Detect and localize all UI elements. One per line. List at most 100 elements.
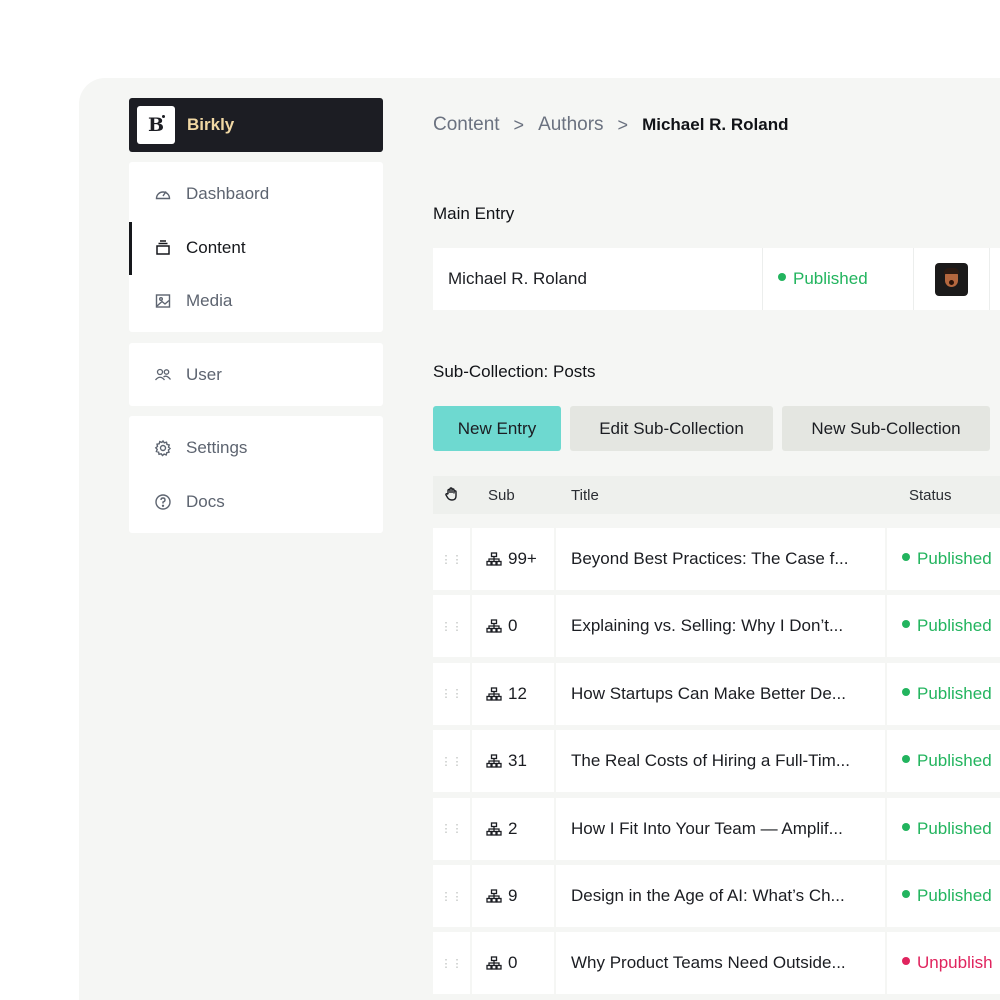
- sidebar-item-label: Docs: [186, 492, 225, 511]
- sub-count: 99+: [508, 549, 537, 568]
- sub-count-cell: 2: [472, 797, 554, 860]
- breadcrumb-content[interactable]: Content: [433, 114, 500, 136]
- main-entry-title: Main Entry: [433, 204, 515, 223]
- status-text: Published: [917, 549, 992, 568]
- hierarchy-icon: [486, 687, 502, 701]
- table-row[interactable]: ⋮⋮ 0 Explaining vs. Selling: Why I Don’t..…: [433, 595, 1000, 658]
- status-text: Published: [793, 269, 868, 288]
- main-entry-name: Michael R. Roland: [433, 248, 763, 310]
- status-cell: Published: [887, 662, 1000, 725]
- users-icon: [154, 366, 172, 384]
- sidebar-item-docs[interactable]: Docs: [129, 482, 383, 522]
- sub-count: 31: [508, 751, 527, 771]
- breadcrumb-current: Michael R. Roland: [642, 115, 789, 134]
- sidebar-item-media[interactable]: Media: [129, 281, 383, 321]
- edit-sub-collection-button[interactable]: Edit Sub-Collection: [570, 406, 773, 451]
- status-text: Published: [917, 683, 992, 703]
- table-row[interactable]: ⋮⋮ 0 Why Product Teams Need Outside... Unpu…: [433, 932, 1000, 995]
- table-header: Sub Title Status: [433, 476, 1000, 514]
- sidebar-item-user[interactable]: User: [129, 355, 383, 395]
- sub-count: 2: [508, 818, 518, 838]
- status-text: Published: [917, 818, 992, 838]
- sub-count: 9: [508, 886, 518, 905]
- status-dot: [902, 755, 910, 764]
- avatar-cell: [914, 248, 990, 310]
- status-dot: [902, 822, 910, 831]
- sub-count: 0: [508, 953, 518, 973]
- nav-group-main: Dashbaord Content Media: [129, 162, 383, 332]
- hierarchy-icon: [486, 821, 502, 836]
- status-cell: Published: [887, 595, 1000, 658]
- sub-count-cell: 9: [472, 865, 554, 927]
- column-status[interactable]: Status: [909, 487, 952, 504]
- row-title: Design in the Age of AI: What’s Ch...: [571, 886, 845, 905]
- brand-bar[interactable]: B Birkly: [129, 98, 383, 152]
- breadcrumb: Content > Authors > Michael R. Roland: [433, 114, 788, 136]
- sidebar-item-label: Dashbaord: [186, 184, 270, 203]
- column-title[interactable]: Title: [571, 487, 599, 504]
- status-dot: [902, 957, 910, 966]
- brand-name: Birkly: [187, 115, 235, 134]
- table-row[interactable]: ⋮⋮ 31 The Real Costs of Hiring a Full-Tim.…: [433, 730, 1000, 793]
- status-dot: [902, 890, 910, 898]
- sidebar-item-content[interactable]: Content: [129, 222, 383, 275]
- drag-handle-icon[interactable]: ⋮⋮: [433, 662, 470, 725]
- avatar: [935, 262, 968, 296]
- sub-count-cell: 31: [472, 730, 554, 793]
- new-entry-button[interactable]: New Entry: [433, 406, 561, 451]
- sidebar-item-settings[interactable]: Settings: [129, 428, 383, 468]
- status-cell: Published: [887, 797, 1000, 860]
- sub-count-cell: 99+: [472, 528, 554, 590]
- sub-count-cell: 0: [472, 595, 554, 658]
- row-title: The Real Costs of Hiring a Full-Tim...: [571, 751, 850, 771]
- title-cell[interactable]: Beyond Best Practices: The Case f...: [556, 528, 885, 590]
- drag-handle-icon[interactable]: ⋮⋮: [433, 797, 470, 860]
- status-cell: Published: [887, 865, 1000, 927]
- status-text: Published: [917, 886, 992, 905]
- sidebar-item-label: User: [186, 365, 222, 384]
- status-cell: Published: [887, 528, 1000, 590]
- title-cell[interactable]: How I Fit Into Your Team — Amplif...: [556, 797, 885, 860]
- table-row[interactable]: ⋮⋮ 12 How Startups Can Make Better De... Pu…: [433, 662, 1000, 725]
- sub-collection-title: Sub-Collection: Posts: [433, 362, 596, 381]
- sidebar-item-label: Settings: [186, 438, 248, 457]
- breadcrumb-separator: >: [617, 114, 629, 135]
- breadcrumb-authors[interactable]: Authors: [538, 114, 603, 136]
- hierarchy-icon: [486, 552, 502, 566]
- main-entry-row[interactable]: Michael R. Roland Published: [433, 248, 1000, 310]
- drag-handle-icon[interactable]: ⋮⋮: [433, 595, 470, 658]
- title-cell[interactable]: Why Product Teams Need Outside...: [556, 932, 885, 995]
- sub-count-cell: 0: [472, 932, 554, 995]
- status-cell: Published: [887, 730, 1000, 793]
- column-sub[interactable]: Sub: [488, 487, 515, 504]
- table-row[interactable]: ⋮⋮ 9 Design in the Age of AI: What’s Ch...…: [433, 865, 1000, 927]
- new-sub-collection-button[interactable]: New Sub-Collection: [782, 406, 990, 451]
- sidebar-item-dashboard[interactable]: Dashbaord: [129, 174, 383, 214]
- status-dot: [902, 553, 910, 561]
- table-row[interactable]: ⋮⋮ 2 How I Fit Into Your Team — Amplif... P…: [433, 797, 1000, 860]
- status-text: Published: [917, 751, 992, 771]
- title-cell[interactable]: The Real Costs of Hiring a Full-Tim...: [556, 730, 885, 793]
- row-title: How I Fit Into Your Team — Amplif...: [571, 818, 843, 838]
- title-cell[interactable]: Design in the Age of AI: What’s Ch...: [556, 865, 885, 927]
- image-icon: [154, 292, 172, 310]
- table-row[interactable]: ⋮⋮ 99+ Beyond Best Practices: The Case f..…: [433, 528, 1000, 590]
- sub-count-cell: 12: [472, 662, 554, 725]
- gauge-icon: [154, 185, 172, 203]
- drag-handle-icon[interactable]: ⋮⋮: [433, 932, 470, 995]
- title-cell[interactable]: How Startups Can Make Better De...: [556, 662, 885, 725]
- drag-handle-icon[interactable]: ⋮⋮: [433, 865, 470, 927]
- title-cell[interactable]: Explaining vs. Selling: Why I Don’t...: [556, 595, 885, 658]
- help-circle-icon: [154, 493, 172, 511]
- drag-handle-icon[interactable]: ⋮⋮: [433, 528, 470, 590]
- main-entry-status: Published: [763, 248, 914, 310]
- status-dot: [902, 620, 910, 629]
- sub-count: 12: [508, 683, 527, 703]
- status-cell: Unpublish: [887, 932, 1000, 995]
- drag-handle-icon[interactable]: ⋮⋮: [433, 730, 470, 793]
- nav-group-users: User: [129, 343, 383, 406]
- row-title: Why Product Teams Need Outside...: [571, 953, 846, 973]
- row-title: Explaining vs. Selling: Why I Don’t...: [571, 616, 844, 636]
- brand-logo: B: [137, 106, 175, 144]
- status-dot: [778, 273, 786, 281]
